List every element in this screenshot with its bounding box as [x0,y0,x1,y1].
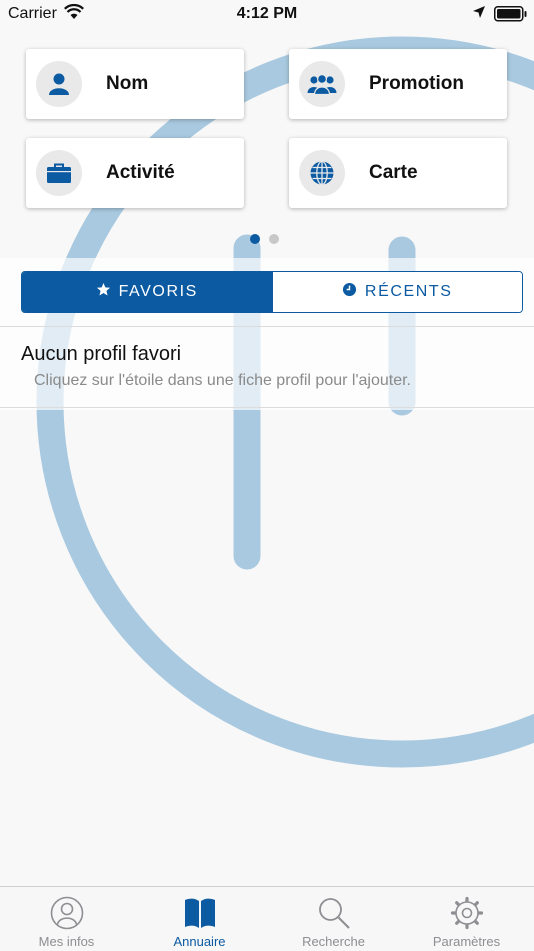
tab-bar: Mes infos Annuaire Recherche Paramètres [0,886,534,951]
search-icon [317,896,351,935]
tab-label: Paramètres [432,934,501,949]
shortcut-label: Activité [106,162,175,183]
briefcase-icon [36,150,82,196]
person-icon [36,61,82,107]
tab-recherche[interactable]: Recherche [267,887,400,951]
tab-parametres[interactable]: Paramètres [400,887,533,951]
empty-state-title: Aucun profil favori [21,343,182,365]
clock: 4:12 PM [236,5,298,22]
tab-favoris[interactable]: FAVORIS [22,272,272,312]
tab-label: Annuaire [173,934,226,949]
shortcut-carte[interactable]: Carte [289,138,507,208]
clock-icon [342,282,357,302]
favorites-recents-segmented-control[interactable]: FAVORIS RÉCENTS [21,271,523,313]
page-indicator[interactable] [250,231,288,249]
shortcut-activite[interactable]: Activité [26,138,244,208]
divider [0,407,534,408]
shortcut-label: Nom [106,73,149,94]
recents-label: RÉCENTS [364,283,453,300]
user-circle-icon [50,896,84,935]
tab-label: Recherche [302,934,365,949]
page-dot-1[interactable] [250,234,260,244]
tab-recents[interactable]: RÉCENTS [271,272,522,312]
gear-icon [450,896,484,935]
status-bar: Carrier 4:12 PM [0,0,534,30]
book-icon [183,896,217,935]
tab-mes-infos[interactable]: Mes infos [0,887,133,951]
globe-icon [299,150,345,196]
location-arrow-icon [472,5,486,24]
battery-icon [494,6,528,27]
empty-state-hint: Cliquez sur l'étoile dans une fiche prof… [34,372,411,389]
group-icon [299,61,345,107]
tab-label: Mes infos [38,934,95,949]
page-dot-2[interactable] [269,234,279,244]
shortcut-nom[interactable]: Nom [26,49,244,119]
shortcut-label: Carte [369,162,418,183]
tab-annuaire[interactable]: Annuaire [133,887,266,951]
divider [0,326,534,327]
star-icon [96,282,111,302]
shortcut-label: Promotion [369,73,464,94]
favoris-label: FAVORIS [118,283,198,300]
shortcut-promotion[interactable]: Promotion [289,49,507,119]
